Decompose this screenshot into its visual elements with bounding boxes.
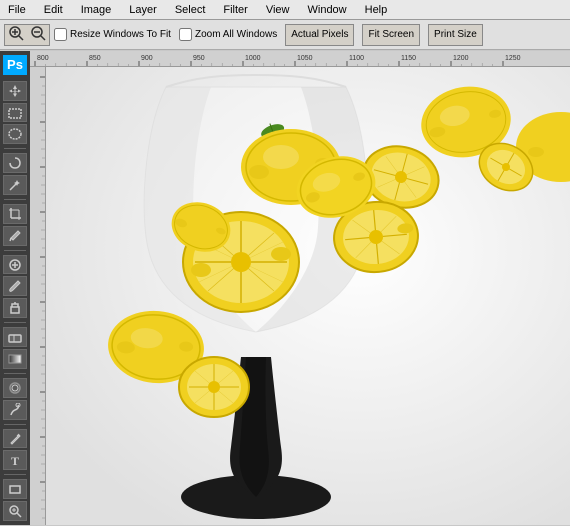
- brush-tool[interactable]: [3, 276, 27, 296]
- zoom-all-checkbox[interactable]: Zoom All Windows: [179, 28, 277, 41]
- blur-tool[interactable]: [3, 378, 27, 398]
- zoom-out-button[interactable]: [27, 25, 49, 45]
- svg-text:1250: 1250: [505, 55, 521, 62]
- menu-help[interactable]: Help: [361, 2, 392, 18]
- zoom-control: [4, 24, 50, 46]
- svg-text:850: 850: [89, 55, 101, 62]
- ruler-vertical: [30, 67, 46, 525]
- menu-filter[interactable]: Filter: [219, 2, 251, 18]
- tool-panel: Ps: [0, 51, 30, 525]
- menu-view[interactable]: View: [262, 2, 294, 18]
- svg-text:T: T: [11, 454, 19, 467]
- text-tool[interactable]: T: [3, 450, 27, 470]
- svg-text:800: 800: [37, 55, 49, 62]
- menu-select[interactable]: Select: [171, 2, 210, 18]
- marquee-rect-tool[interactable]: [3, 103, 27, 123]
- dodge-tool[interactable]: [3, 400, 27, 420]
- resize-windows-input[interactable]: [54, 28, 67, 41]
- svg-text:1000: 1000: [245, 55, 261, 62]
- menu-file[interactable]: File: [4, 2, 30, 18]
- menu-layer[interactable]: Layer: [125, 2, 161, 18]
- svg-text:1100: 1100: [349, 55, 364, 62]
- eraser-tool[interactable]: [3, 327, 27, 347]
- svg-text:1150: 1150: [401, 55, 416, 62]
- pen-tool[interactable]: [3, 429, 27, 449]
- clone-tool[interactable]: [3, 298, 27, 318]
- image-canvas[interactable]: [46, 67, 570, 525]
- move-tool[interactable]: [3, 81, 27, 101]
- svg-text:900: 900: [141, 55, 153, 62]
- print-size-button[interactable]: Print Size: [428, 24, 483, 46]
- zoom-all-label: Zoom All Windows: [195, 29, 277, 40]
- toolbar-options: Resize Windows To Fit Zoom All Windows A…: [54, 24, 566, 46]
- crop-tool[interactable]: [3, 204, 27, 224]
- svg-text:950: 950: [193, 55, 205, 62]
- svg-text:1200: 1200: [453, 55, 469, 62]
- zoom-all-input[interactable]: [179, 28, 192, 41]
- resize-windows-label: Resize Windows To Fit: [70, 29, 171, 40]
- zoom-tool[interactable]: [3, 501, 27, 521]
- menu-edit[interactable]: Edit: [40, 2, 67, 18]
- menu-window[interactable]: Window: [304, 2, 351, 18]
- healing-tool[interactable]: [3, 255, 27, 275]
- marquee-ellipse-tool[interactable]: [3, 124, 27, 144]
- shape-tool[interactable]: [3, 479, 27, 499]
- eyedropper-tool[interactable]: [3, 226, 27, 246]
- canvas-area: [46, 67, 570, 525]
- menu-image[interactable]: Image: [77, 2, 116, 18]
- menubar: File Edit Image Layer Select Filter View…: [0, 0, 570, 20]
- zoom-in-button[interactable]: [5, 25, 27, 45]
- actual-pixels-button[interactable]: Actual Pixels: [285, 24, 354, 46]
- svg-text:1050: 1050: [297, 55, 313, 62]
- magic-wand-tool[interactable]: [3, 175, 27, 195]
- lemon-scene: [46, 67, 570, 525]
- fit-screen-button[interactable]: Fit Screen: [362, 24, 420, 46]
- ruler-horizontal: 800 850 900 950 1000 1050 1100 1150 1200 1250: [30, 51, 570, 67]
- gradient-tool[interactable]: [3, 349, 27, 369]
- resize-windows-checkbox[interactable]: Resize Windows To Fit: [54, 28, 171, 41]
- lasso-tool[interactable]: [3, 153, 27, 173]
- photoshop-logo: Ps: [3, 55, 27, 75]
- toolbar: Resize Windows To Fit Zoom All Windows A…: [0, 20, 570, 50]
